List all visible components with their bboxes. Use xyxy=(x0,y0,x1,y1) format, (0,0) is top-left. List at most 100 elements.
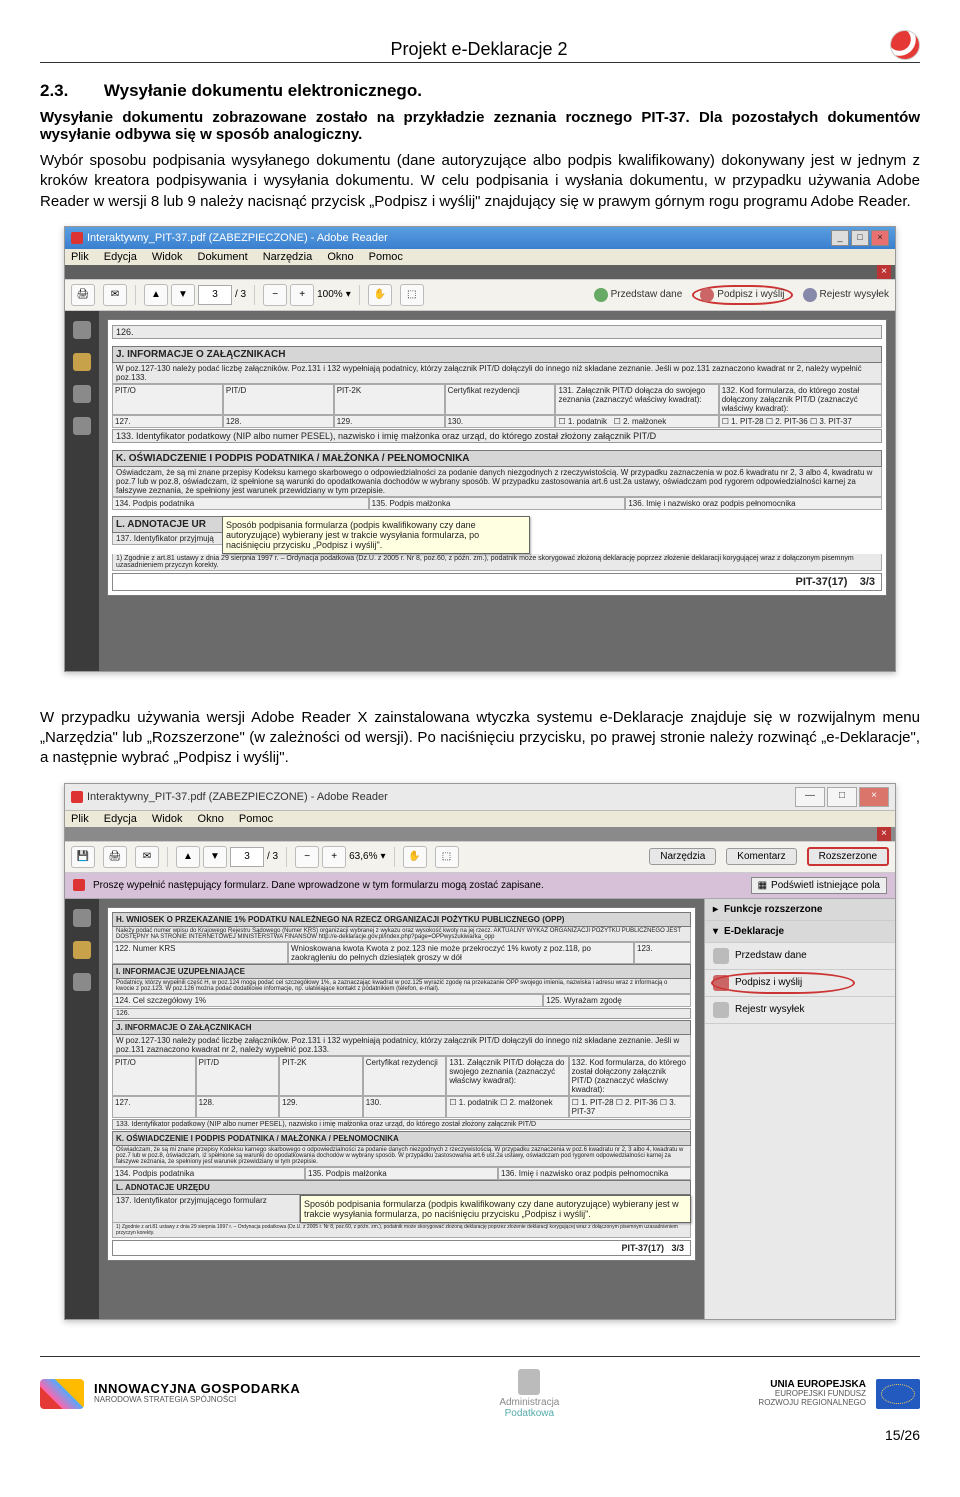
minimize-button[interactable]: — xyxy=(795,787,825,807)
panel-funkcje-rozszerzone[interactable]: ▸ Funkcje rozszerzone xyxy=(705,899,895,921)
p124: 124. Cel szczegółowy 1% xyxy=(112,994,543,1007)
page-up-icon[interactable]: ▲ xyxy=(176,846,200,868)
section-j-heading: J. INFORMACJE O ZAŁĄCZNIKACH xyxy=(112,1020,691,1035)
mail-icon[interactable]: ✉ xyxy=(103,284,127,306)
tab-narzedzia[interactable]: Narzędzia xyxy=(649,848,716,865)
close-button[interactable]: × xyxy=(859,787,889,807)
panel-przedstaw-dane[interactable]: Przedstaw dane xyxy=(705,943,895,970)
section-i-sub: Podatnicy, którzy wypełnili część H, w p… xyxy=(112,979,691,994)
sign-icon xyxy=(700,288,714,302)
maximize-button[interactable]: □ xyxy=(827,787,857,807)
body-paragraph-1: Wybór sposobu podpisania wysyłanego doku… xyxy=(40,151,920,212)
tab-rozszerzone[interactable]: Rozszerzone xyxy=(807,847,889,866)
select-tool-icon[interactable]: ⬚ xyxy=(435,846,459,868)
menu-edycja[interactable]: Edycja xyxy=(104,251,137,263)
menu-dokument[interactable]: Dokument xyxy=(198,251,248,263)
attachments-icon[interactable] xyxy=(73,385,91,403)
zoom-in-icon[interactable]: + xyxy=(322,846,346,868)
rejestr-wysylek-button[interactable]: Rejestr wysyłek xyxy=(803,288,889,302)
page-number-input[interactable] xyxy=(230,847,264,867)
close-button[interactable]: × xyxy=(871,230,889,246)
p137: 137. Identyfikator przyjmują xyxy=(112,533,222,545)
p123: 123. xyxy=(634,942,691,964)
menu-okno[interactable]: Okno xyxy=(198,813,224,825)
mail-icon[interactable]: ✉ xyxy=(135,846,159,868)
section-k-sub: Oświadczam, że są mi znane przepisy Kode… xyxy=(112,467,882,497)
menu-plik[interactable]: Plik xyxy=(71,813,89,825)
comments-icon[interactable] xyxy=(73,417,91,435)
maximize-button[interactable]: □ xyxy=(851,230,869,246)
p126: 126. xyxy=(112,1008,691,1019)
shield-icon xyxy=(518,1369,540,1395)
section-j-heading: J. INFORMACJE O ZAŁĄCZNIKACH xyxy=(112,346,882,363)
footer-ig-subtitle: NARODOWA STRATEGIA SPÓJNOŚCI xyxy=(94,1396,300,1405)
window-title: Interaktywny_PIT-37.pdf (ZABEZPIECZONE) … xyxy=(87,791,388,803)
toolbar: 🖨 ✉ ▲ ▼ / 3 − + 100% ▾ ✋ ⬚ Przedstaw dan… xyxy=(65,279,895,311)
print-icon[interactable]: 🖨 xyxy=(71,284,95,306)
zoom-dropdown-icon[interactable]: ▾ xyxy=(346,289,351,300)
sign-icon xyxy=(713,975,729,991)
page-up-icon[interactable]: ▲ xyxy=(144,284,168,306)
zoom-dropdown-icon[interactable]: ▾ xyxy=(380,851,385,862)
project-title: Projekt e-Deklaracje 2 xyxy=(68,39,890,60)
page-down-icon[interactable]: ▼ xyxy=(203,846,227,868)
field-126: 126. xyxy=(112,325,882,339)
menu-okno[interactable]: Okno xyxy=(327,251,353,263)
minimize-button[interactable]: _ xyxy=(831,230,849,246)
podpisz-i-wyslij-button[interactable]: Podpisz i wyślij xyxy=(692,285,792,305)
zoom-out-icon[interactable]: − xyxy=(263,284,287,306)
thumbnails-icon[interactable] xyxy=(73,321,91,339)
form-info-text: Proszę wypełnić następujący formularz. D… xyxy=(93,880,544,891)
p123-label: Wnioskowana kwota Kwota z poz.123 nie mo… xyxy=(288,942,634,964)
print-icon[interactable]: 🖨 xyxy=(103,846,127,868)
menu-widok[interactable]: Widok xyxy=(152,251,183,263)
form-code: PIT-37(17) xyxy=(796,576,848,588)
page-total: / 3 xyxy=(267,851,278,862)
p127[interactable]: 127. xyxy=(112,415,223,428)
select-tool-icon[interactable]: ⬚ xyxy=(400,284,424,306)
col-132: 132. Kod formularza, do którego został d… xyxy=(719,384,882,415)
attachments-icon[interactable] xyxy=(73,973,91,991)
p122: 122. Numer KRS xyxy=(112,942,288,964)
menu-widok[interactable]: Widok xyxy=(152,813,183,825)
menu-pomoc[interactable]: Pomoc xyxy=(239,813,273,825)
chk-podatnik[interactable]: ☐ xyxy=(558,417,567,426)
panel-podpisz-i-wyslij[interactable]: Podpisz i wyślij xyxy=(705,970,895,997)
tab-komentarz[interactable]: Komentarz xyxy=(726,848,796,865)
menu-edycja[interactable]: Edycja xyxy=(104,813,137,825)
document-close-bar: × xyxy=(65,827,895,841)
chk-pit28[interactable]: ☐ xyxy=(722,417,731,426)
security-icon[interactable] xyxy=(73,353,91,371)
p129[interactable]: 129. xyxy=(334,415,445,428)
section-number: 2.3. xyxy=(40,81,100,101)
col-131: 131. Załącznik PIT/D dołącza do swojego … xyxy=(555,384,718,415)
hand-tool-icon[interactable]: ✋ xyxy=(403,846,427,868)
p128[interactable]: 128. xyxy=(223,415,334,428)
ig-logo-icon xyxy=(40,1379,84,1409)
p130[interactable]: 130. xyxy=(445,415,556,428)
highlight-fields-button[interactable]: ▦Podświetl istniejące pola xyxy=(751,877,887,894)
menu-plik[interactable]: Plik xyxy=(71,251,89,263)
chk-malzonek[interactable]: ☐ xyxy=(614,417,623,426)
section-j-sub: W poz.127-130 należy podać liczbę załącz… xyxy=(112,363,882,384)
save-icon[interactable]: 💾 xyxy=(71,846,95,868)
zoom-in-icon[interactable]: + xyxy=(290,284,314,306)
chk-pit36[interactable]: ☐ xyxy=(766,417,775,426)
panel-edeklaracje[interactable]: ▾ E-Deklaracje xyxy=(705,921,895,943)
thumbnails-icon[interactable] xyxy=(73,909,91,927)
page-number-input[interactable] xyxy=(198,285,232,305)
zoom-out-icon[interactable]: − xyxy=(295,846,319,868)
doc-close-icon[interactable]: × xyxy=(877,827,891,841)
chk-pit37[interactable]: ☐ xyxy=(810,417,819,426)
hand-tool-icon[interactable]: ✋ xyxy=(368,284,392,306)
panel-rejestr-wysylek[interactable]: Rejestr wysyłek xyxy=(705,997,895,1024)
security-icon[interactable] xyxy=(73,941,91,959)
menu-narzedzia[interactable]: Narzędzia xyxy=(263,251,313,263)
body-paragraph-2: W przypadku używania wersji Adobe Reader… xyxy=(40,708,920,769)
header-logo-icon xyxy=(890,30,920,60)
page-down-icon[interactable]: ▼ xyxy=(171,284,195,306)
przedstaw-dane-button[interactable]: Przedstaw dane xyxy=(594,288,683,302)
menu-pomoc[interactable]: Pomoc xyxy=(369,251,403,263)
sidebar xyxy=(65,311,99,671)
doc-close-icon[interactable]: × xyxy=(877,265,891,279)
